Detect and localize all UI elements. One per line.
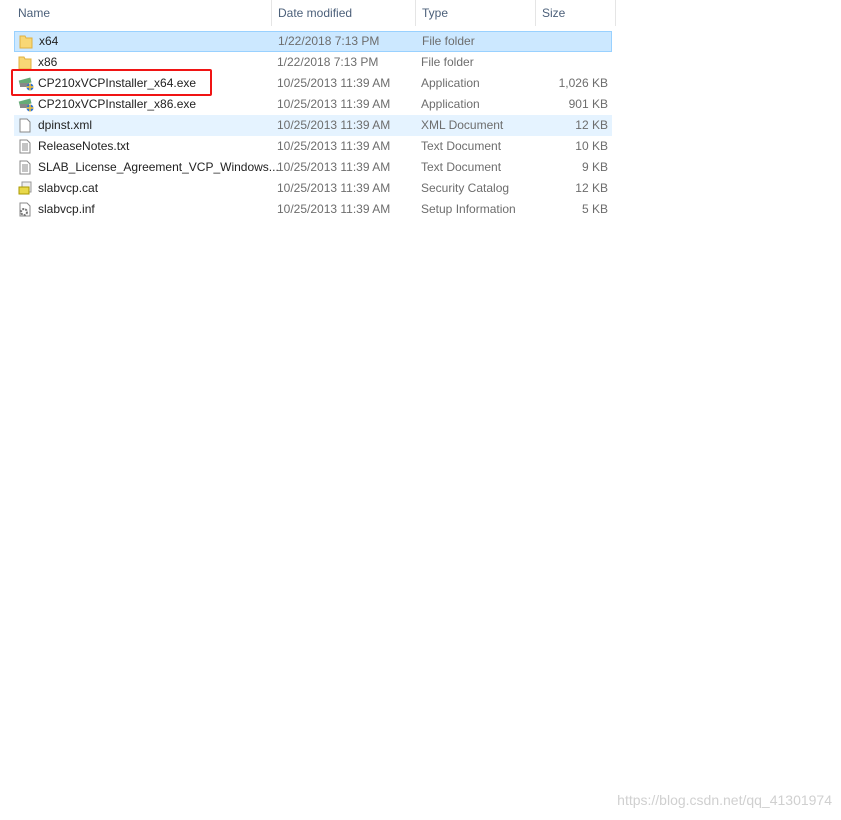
file-row[interactable]: SLAB_License_Agreement_VCP_Windows... 10… [14,157,612,178]
file-row[interactable]: slabvcp.cat 10/25/2013 11:39 AM Security… [14,178,612,199]
file-date: 10/25/2013 11:39 AM [277,139,391,153]
highlight-box [11,69,212,96]
file-type: File folder [421,55,474,69]
file-date: 1/22/2018 7:13 PM [278,34,380,48]
watermark: https://blog.csdn.net/qq_41301974 [617,792,832,808]
column-name[interactable]: Name [12,0,272,26]
file-name: x64 [39,34,59,48]
file-row[interactable]: slabvcp.inf 10/25/2013 11:39 AM Setup In… [14,199,612,220]
catalog-icon [18,181,32,196]
file-type: Text Document [421,160,502,174]
file-size: 9 KB [581,160,608,174]
file-name: CP210xVCPInstaller_x86.exe [38,97,197,111]
file-name: slabvcp.inf [38,202,95,216]
file-date: 1/22/2018 7:13 PM [277,55,379,69]
file-date: 10/25/2013 11:39 AM [277,76,391,90]
file-size: 10 KB [575,139,608,153]
file-name: ReleaseNotes.txt [38,139,130,153]
file-type: Text Document [421,139,502,153]
file-type: File folder [422,34,475,48]
file-row[interactable]: ReleaseNotes.txt 10/25/2013 11:39 AM Tex… [14,136,612,157]
folder-icon [19,34,33,49]
document-icon [18,118,32,133]
file-date: 10/25/2013 11:39 AM [277,202,391,216]
file-name: SLAB_License_Agreement_VCP_Windows... [38,160,279,174]
file-date: 10/25/2013 11:39 AM [277,118,391,132]
column-type[interactable]: Type [416,0,536,26]
file-type: Setup Information [421,202,516,216]
file-row[interactable]: CP210xVCPInstaller_x86.exe 10/25/2013 11… [14,94,612,115]
file-size: 5 KB [581,202,608,216]
file-date: 10/25/2013 11:39 AM [277,181,391,195]
text-file-icon [18,139,32,154]
file-size: 901 KB [568,97,608,111]
file-type: Application [421,97,480,111]
column-header: ⌃ Name Date modified Type Size [0,0,616,26]
column-size[interactable]: Size [536,0,616,26]
file-type: Security Catalog [421,181,510,195]
file-type: Application [421,76,480,90]
column-date-modified[interactable]: Date modified [272,0,416,26]
file-type: XML Document [421,118,504,132]
text-file-icon [18,160,32,175]
folder-icon [18,55,32,70]
file-name: dpinst.xml [38,118,93,132]
setup-info-icon [18,202,32,217]
file-date: 10/25/2013 11:39 AM [277,97,391,111]
installer-icon [18,97,34,112]
file-name: slabvcp.cat [38,181,99,195]
file-size: 1,026 KB [558,76,608,90]
file-size: 12 KB [575,181,608,195]
file-date: 10/25/2013 11:39 AM [277,160,391,174]
file-row[interactable]: dpinst.xml 10/25/2013 11:39 AM XML Docum… [14,115,612,136]
file-size: 12 KB [575,118,608,132]
file-row[interactable]: x64 1/22/2018 7:13 PM File folder [14,31,612,52]
